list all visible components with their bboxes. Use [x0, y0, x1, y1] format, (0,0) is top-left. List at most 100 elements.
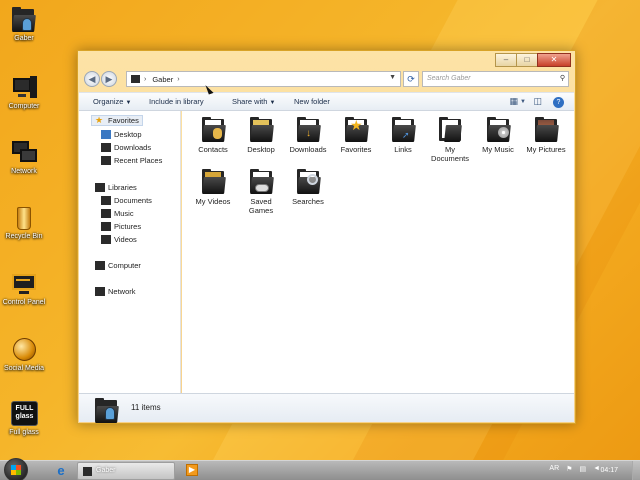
chevron-down-icon: ▼	[125, 100, 132, 106]
show-desktop-button[interactable]	[632, 461, 640, 480]
libraries-icon	[95, 183, 105, 192]
organize-button[interactable]: Organize ▼	[93, 97, 131, 106]
explorer-window[interactable]: – □ ✕ ◀ ▶ › Gaber › ▼ ⟳ Search Gaber ⚲ O…	[77, 50, 576, 424]
desktop-icon-computer[interactable]: Computer	[0, 74, 48, 110]
nav-desktop[interactable]: Desktop	[101, 130, 142, 139]
search-icon[interactable]: ⚲	[560, 74, 565, 82]
documents-icon	[101, 196, 111, 205]
back-button[interactable]: ◀	[84, 71, 100, 87]
close-button[interactable]: ✕	[537, 53, 571, 67]
recycle-bin-icon	[10, 204, 38, 232]
include-in-library-button[interactable]: Include in library	[149, 97, 204, 106]
search-input[interactable]: Search Gaber ⚲	[422, 71, 569, 87]
refresh-button[interactable]: ⟳	[403, 71, 419, 87]
share-with-button[interactable]: Share with ▼	[232, 97, 275, 106]
item-count: 11 items	[131, 403, 161, 412]
folder-my-videos[interactable]: My Videos	[191, 168, 235, 206]
address-bar[interactable]: › Gaber › ▼	[126, 71, 401, 87]
address-separator: ›	[144, 75, 147, 83]
network-tray-icon[interactable]: ▤	[579, 465, 586, 473]
contacts-folder-icon	[200, 116, 226, 144]
folder-downloads[interactable]: ↓ Downloads	[286, 116, 330, 154]
folder-small-icon	[83, 467, 92, 476]
desktop-folder-icon	[248, 116, 274, 144]
nav-videos[interactable]: Videos	[101, 235, 137, 244]
music-icon	[101, 209, 111, 218]
chevron-down-icon[interactable]: ▼	[520, 99, 526, 105]
desktop-icon-full-glass[interactable]: FULL glass Full glass	[0, 400, 48, 436]
desktop-icon-gaber[interactable]: Gaber	[0, 6, 48, 42]
action-center-icon[interactable]: ⚑	[566, 465, 572, 473]
folder-saved-games[interactable]: Saved Games	[239, 168, 283, 215]
pictures-icon	[101, 222, 111, 231]
folder-links[interactable]: ➚ Links	[381, 116, 425, 154]
documents-folder-icon	[437, 116, 463, 144]
desktop-icon-recycle-bin[interactable]: Recycle Bin	[0, 204, 48, 240]
folder-favorites[interactable]: ★ Favorites	[334, 116, 378, 154]
forward-button[interactable]: ▶	[101, 71, 117, 87]
view-options-icon[interactable]: ▦	[509, 96, 518, 107]
search-placeholder: Search Gaber	[427, 75, 471, 82]
folder-searches[interactable]: Searches	[286, 168, 330, 206]
taskbar: e Gaber ▶ AR ⚑ ▤ ◄ 04:17	[0, 458, 640, 480]
desktop-icon-control-panel[interactable]: Control Panel	[0, 270, 48, 306]
details-pane: 11 items	[79, 393, 574, 423]
network-icon	[10, 139, 38, 167]
folder-contacts[interactable]: Contacts	[191, 116, 235, 154]
nav-documents[interactable]: Documents	[101, 196, 152, 205]
nav-music[interactable]: Music	[101, 209, 134, 218]
desktop-icon	[101, 130, 111, 139]
globe-icon	[10, 336, 38, 364]
start-button[interactable]	[4, 458, 28, 480]
nav-computer[interactable]: Computer	[95, 261, 141, 270]
navigation-bar: ◀ ▶ › Gaber › ▼ ⟳ Search Gaber ⚲	[84, 71, 569, 88]
media-player-icon[interactable]: ▶	[186, 464, 198, 476]
recent-places-icon	[101, 156, 111, 165]
downloads-icon	[101, 143, 111, 152]
help-icon[interactable]: ?	[553, 97, 564, 108]
nav-pictures[interactable]: Pictures	[101, 222, 141, 231]
chevron-down-icon[interactable]: ▼	[389, 74, 396, 81]
clock[interactable]: 04:17	[600, 467, 618, 474]
nav-network[interactable]: Network	[95, 287, 136, 296]
caption-buttons: – □ ✕	[495, 53, 571, 67]
taskbar-item-explorer[interactable]: Gaber	[77, 462, 175, 480]
new-folder-button[interactable]: New folder	[294, 97, 330, 106]
downloads-folder-icon: ↓	[295, 116, 321, 144]
star-icon: ★	[95, 115, 104, 125]
navigation-pane: ★ Favorites Desktop Downloads Recent Pla…	[79, 111, 181, 393]
minimize-button[interactable]: –	[495, 53, 517, 67]
videos-folder-icon	[200, 168, 226, 196]
chevron-down-icon: ▼	[269, 100, 276, 106]
maximize-button[interactable]: □	[516, 53, 538, 67]
full-glass-icon: FULL glass	[10, 400, 38, 428]
windows-logo-icon	[11, 465, 21, 475]
nav-libraries[interactable]: Libraries	[95, 183, 137, 192]
folder-my-documents[interactable]: My Documents	[428, 116, 472, 163]
language-indicator[interactable]: AR	[549, 465, 559, 473]
volume-icon[interactable]: ◄	[593, 465, 600, 473]
folder-my-pictures[interactable]: My Pictures	[524, 116, 568, 154]
preview-pane-icon[interactable]: ◫	[533, 96, 542, 107]
nav-favorites[interactable]: ★ Favorites	[91, 115, 143, 126]
computer-icon	[10, 74, 38, 102]
user-folder-icon	[93, 397, 119, 423]
games-folder-icon	[248, 168, 274, 196]
internet-explorer-icon[interactable]: e	[53, 463, 69, 479]
address-separator[interactable]: ›	[177, 76, 179, 83]
folder-desktop[interactable]: Desktop	[239, 116, 283, 154]
file-list: Contacts Desktop ↓ Downloads ★ Favorites…	[182, 111, 574, 393]
pictures-folder-icon	[533, 116, 559, 144]
nav-downloads[interactable]: Downloads	[101, 143, 151, 152]
folder-my-music[interactable]: My Music	[476, 116, 520, 154]
searches-folder-icon	[295, 168, 321, 196]
desktop-icon-network[interactable]: Network	[0, 139, 48, 175]
desktop-icon-social-media[interactable]: Social Media	[0, 336, 48, 372]
favorites-folder-icon: ★	[343, 116, 369, 144]
system-tray: AR ⚑ ▤ ◄	[549, 465, 600, 473]
computer-icon	[95, 261, 105, 270]
nav-recent-places[interactable]: Recent Places	[101, 156, 162, 165]
videos-icon	[101, 235, 111, 244]
breadcrumb-gaber[interactable]: Gaber	[152, 75, 173, 84]
user-folder-icon	[10, 6, 38, 34]
